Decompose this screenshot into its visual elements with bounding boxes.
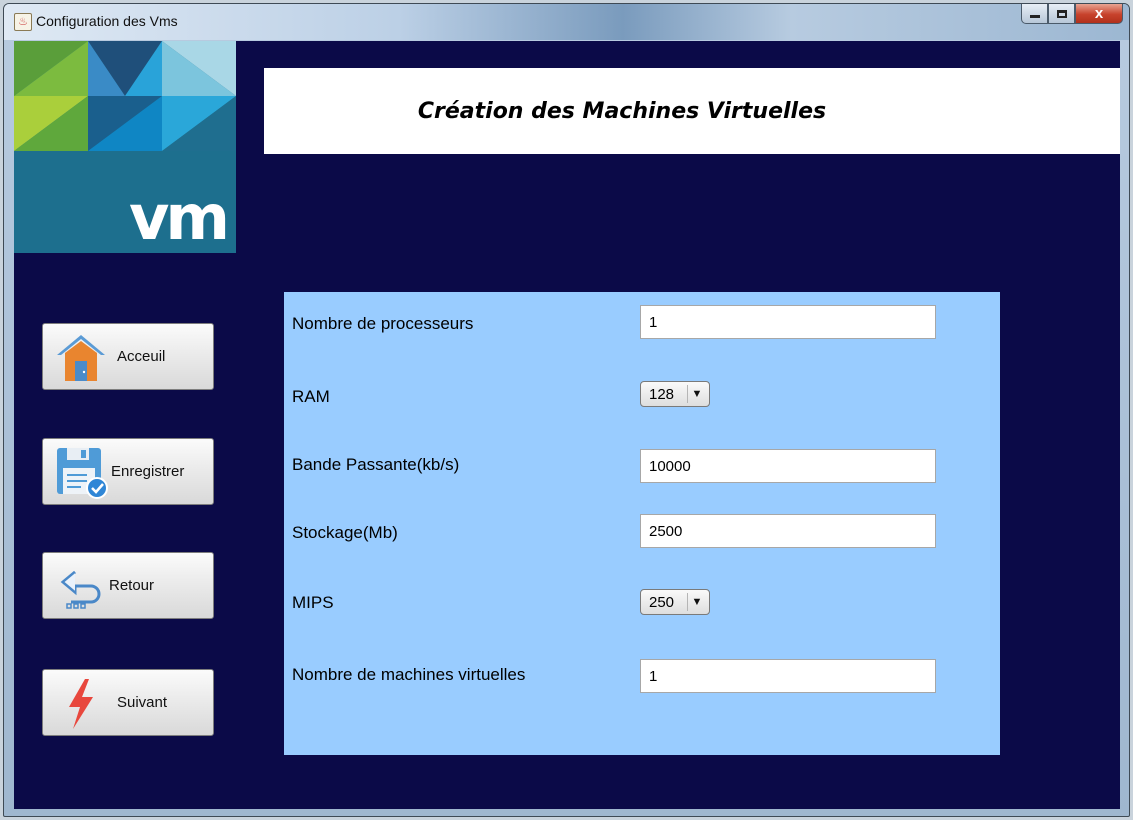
title-bar[interactable]: ♨ Configuration des Vms x bbox=[4, 4, 1129, 40]
bandwidth-input[interactable] bbox=[640, 449, 936, 483]
save-icon bbox=[53, 444, 109, 500]
lightning-icon bbox=[53, 675, 109, 731]
maximize-icon bbox=[1056, 9, 1067, 18]
next-button-label: Suivant bbox=[117, 694, 168, 711]
return-arrow-icon bbox=[53, 558, 109, 614]
processors-label: Nombre de processeurs bbox=[292, 314, 474, 333]
back-button-label: Retour bbox=[109, 577, 155, 594]
vmware-logo: vm bbox=[14, 41, 236, 253]
ram-select[interactable]: 128 ▼ bbox=[640, 381, 710, 407]
save-button-label: Enregistrer bbox=[111, 463, 185, 480]
close-icon: x bbox=[1094, 5, 1104, 22]
app-window: ♨ Configuration des Vms x vm Création de… bbox=[3, 3, 1130, 817]
mips-label: MIPS bbox=[292, 593, 334, 612]
content-area: vm Création des Machines Virtuelles Acce… bbox=[14, 41, 1120, 809]
home-button[interactable]: Acceuil bbox=[42, 323, 214, 390]
save-button[interactable]: Enregistrer bbox=[42, 438, 214, 505]
minimize-icon bbox=[1029, 15, 1040, 18]
close-button[interactable]: x bbox=[1075, 4, 1123, 24]
ram-label: RAM bbox=[292, 387, 330, 406]
processors-input[interactable] bbox=[640, 305, 936, 339]
bandwidth-label: Bande Passante(kb/s) bbox=[292, 455, 460, 474]
mips-select[interactable]: 250 ▼ bbox=[640, 589, 710, 615]
home-button-label: Acceuil bbox=[117, 348, 166, 365]
minimize-button[interactable] bbox=[1021, 4, 1048, 24]
maximize-button[interactable] bbox=[1048, 4, 1075, 24]
window-controls: x bbox=[1021, 4, 1123, 26]
back-button[interactable]: Retour bbox=[42, 552, 214, 619]
chevron-down-icon: ▼ bbox=[687, 385, 706, 403]
logo-text: vm bbox=[128, 181, 230, 253]
storage-input[interactable] bbox=[640, 514, 936, 548]
java-cup-icon: ♨ bbox=[14, 13, 32, 31]
vm-count-input[interactable] bbox=[640, 659, 936, 693]
mips-select-value: 250 bbox=[649, 593, 675, 611]
window-title: Configuration des Vms bbox=[36, 13, 178, 29]
vm-count-label: Nombre de machines virtuelles bbox=[292, 665, 526, 684]
page-title: Création des Machines Virtuelles bbox=[417, 98, 827, 124]
header-banner: Création des Machines Virtuelles bbox=[264, 68, 1120, 154]
vm-config-form: Nombre de processeurs RAM 128 ▼ Bande Pa… bbox=[284, 292, 1000, 755]
home-icon bbox=[53, 329, 109, 385]
chevron-down-icon: ▼ bbox=[687, 593, 706, 611]
ram-select-value: 128 bbox=[649, 385, 675, 403]
next-button[interactable]: Suivant bbox=[42, 669, 214, 736]
storage-label: Stockage(Mb) bbox=[292, 523, 398, 542]
